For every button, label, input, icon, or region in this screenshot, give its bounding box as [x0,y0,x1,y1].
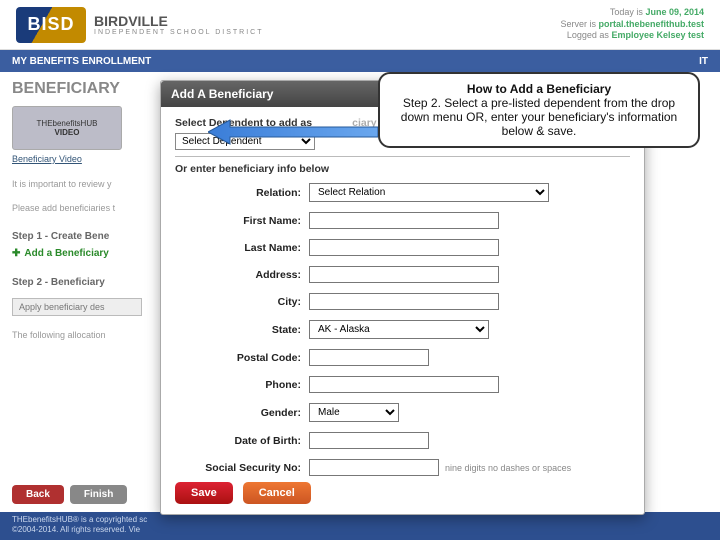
left-column: BENEFICIARY THEbenefitsHUB VIDEO Benefic… [12,80,162,340]
bubble-body: Step 2. Select a pre-listed dependent fr… [401,96,677,138]
review-note: It is important to review y [12,179,162,189]
logo-badge: BISD [16,7,86,43]
address-input[interactable] [309,266,499,283]
bubble-title: How to Add a Beneficiary [467,82,611,96]
save-button[interactable]: Save [175,482,233,504]
add-beneficiary-link[interactable]: ✚ Add a Beneficiary [12,248,162,259]
ssn-input[interactable] [309,459,439,476]
page-title: BENEFICIARY [12,80,162,98]
hub-video-tile[interactable]: THEbenefitsHUB VIDEO [12,106,122,150]
gender-label: Gender: [175,407,309,419]
add-note: Please add beneficiaries t [12,203,162,213]
ssn-hint: nine digits no dashes or spaces [445,463,571,473]
step2-heading: Step 2 - Beneficiary [12,277,162,288]
step1-heading: Step 1 - Create Bene [12,231,162,242]
relation-select[interactable]: Select Relation [309,183,549,202]
nav-left[interactable]: MY BENEFITS ENROLLMENT [12,56,151,67]
gender-select[interactable]: Male [309,403,399,422]
nav-right[interactable]: IT [699,56,708,67]
first-name-label: First Name: [175,215,309,227]
address-label: Address: [175,269,309,281]
instruction-bubble: How to Add a Beneficiary Step 2. Select … [378,72,700,148]
relation-label: Relation: [175,187,309,199]
dependent-select[interactable]: Select Dependent [175,133,315,150]
session-info: Today is June 09, 2014 Server is portal.… [560,7,704,42]
state-label: State: [175,324,309,336]
city-label: City: [175,296,309,308]
plus-icon: ✚ [12,248,20,259]
ssn-label: Social Security No: [175,462,309,474]
beneficiary-video-link[interactable]: Beneficiary Video [12,154,82,164]
state-select[interactable]: AK - Alaska [309,320,489,339]
logo-title: BIRDVILLE [94,13,264,29]
postal-label: Postal Code: [175,352,309,364]
logo: BISD BIRDVILLE INDEPENDENT SCHOOL DISTRI… [16,7,264,43]
top-header: BISD BIRDVILLE INDEPENDENT SCHOOL DISTRI… [0,0,720,50]
postal-input[interactable] [309,349,429,366]
back-button[interactable]: Back [12,485,64,504]
last-name-label: Last Name: [175,242,309,254]
finish-button[interactable]: Finish [70,485,127,504]
cancel-button[interactable]: Cancel [243,482,311,504]
apply-designation-button[interactable]: Apply beneficiary des [12,298,142,316]
logo-subtitle: INDEPENDENT SCHOOL DISTRICT [94,29,264,36]
city-input[interactable] [309,293,499,310]
dob-label: Date of Birth: [175,435,309,447]
navbar: MY BENEFITS ENROLLMENT IT [0,50,720,72]
phone-input[interactable] [309,376,499,393]
dob-input[interactable] [309,432,429,449]
allocation-note: The following allocation [12,330,162,340]
last-name-input[interactable] [309,239,499,256]
phone-label: Phone: [175,379,309,391]
first-name-input[interactable] [309,212,499,229]
or-enter-label: Or enter beneficiary info below [175,156,630,175]
